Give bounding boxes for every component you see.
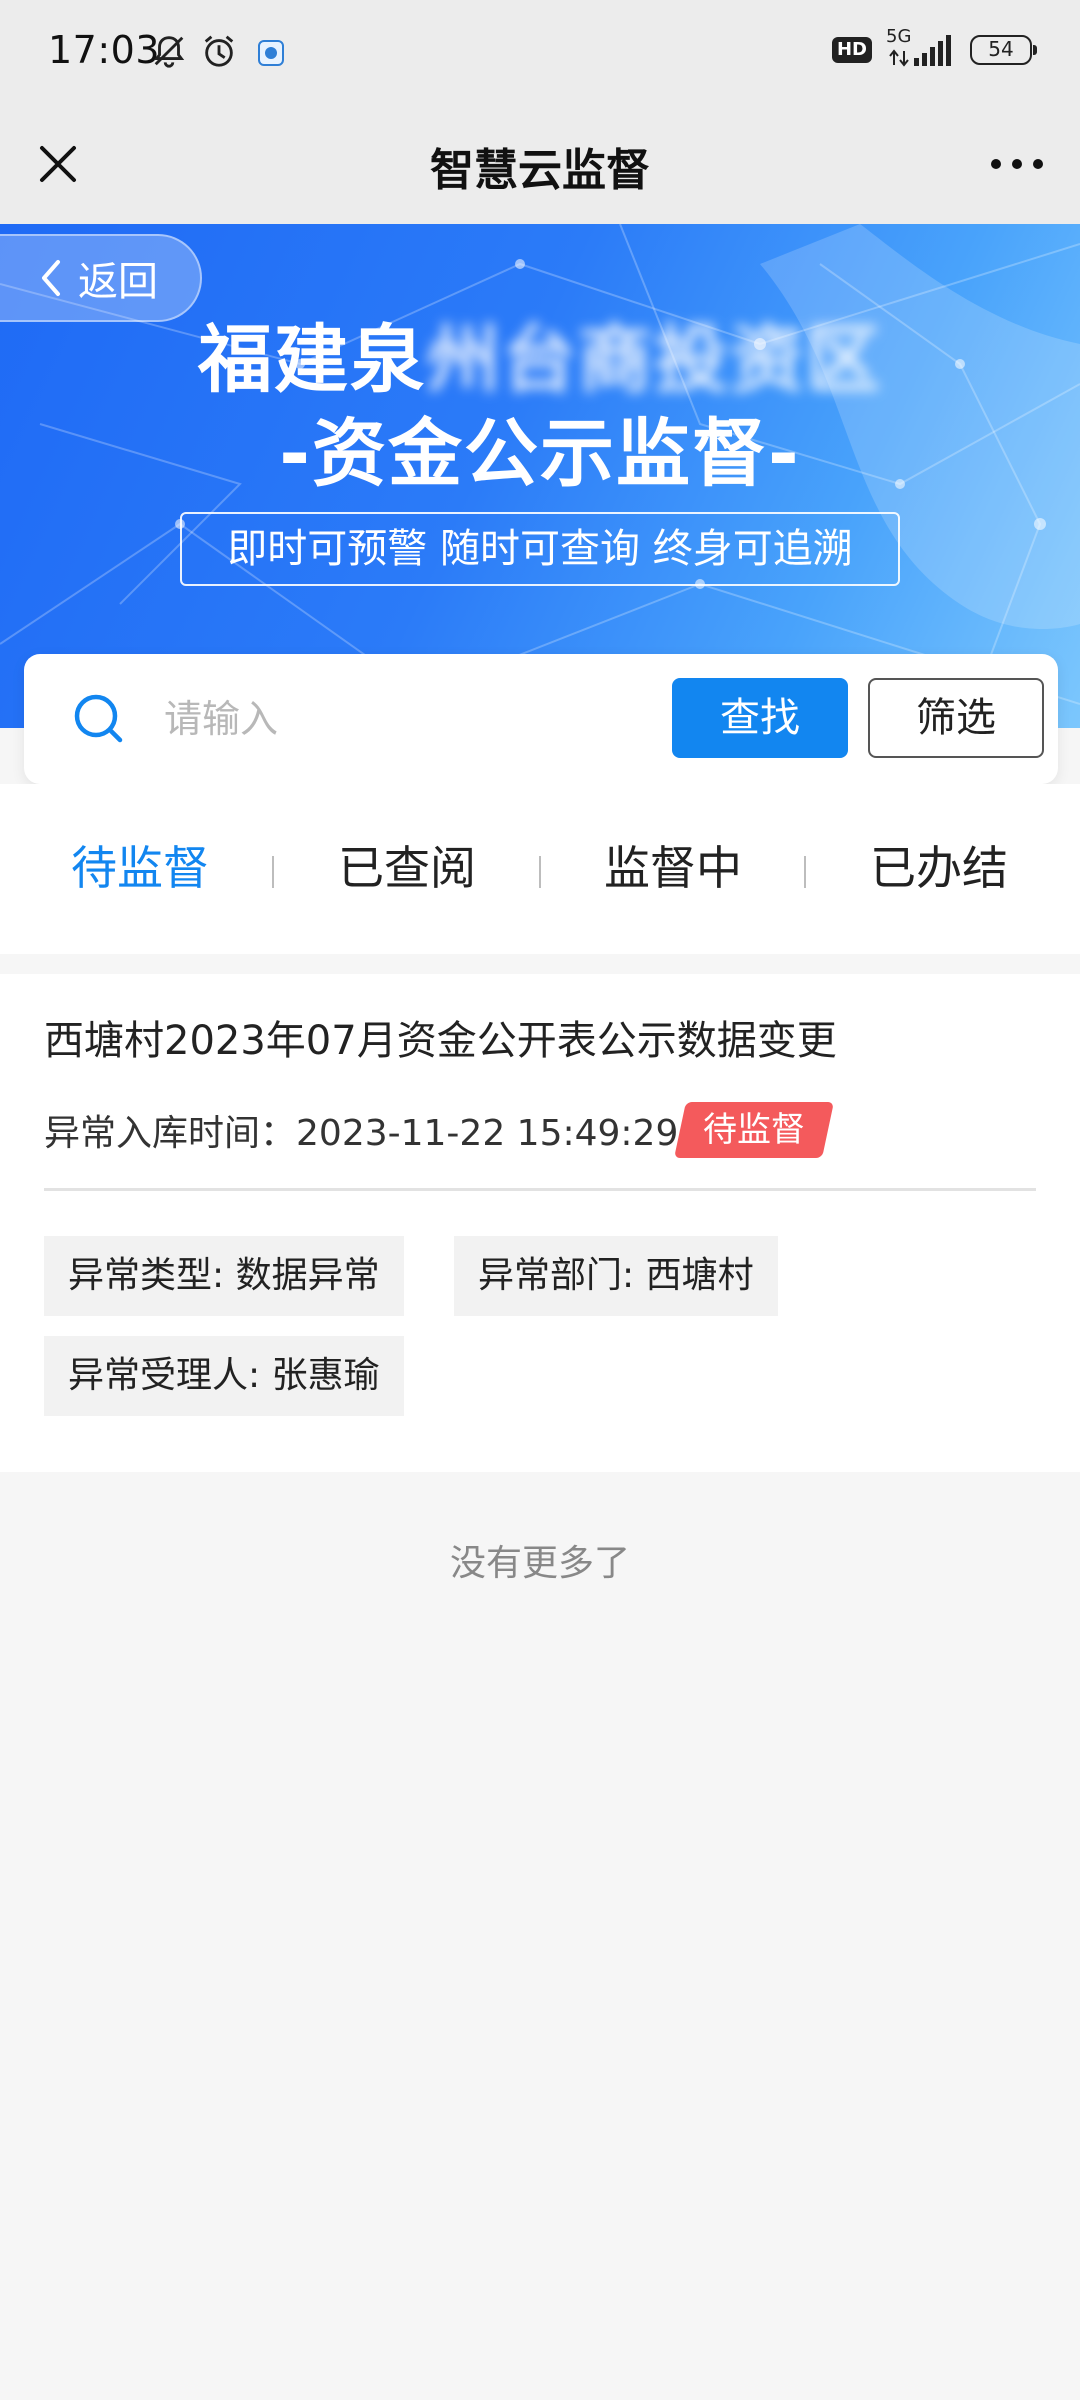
mute-bell-icon xyxy=(153,36,185,68)
page-title: 智慧云监督 xyxy=(430,145,650,196)
banner: 返回 福建泉州台商投资区 -资金公示监督- 即时可预警 随时可查询 终身可追溯 xyxy=(0,224,1080,728)
search-card: 查找 筛选 xyxy=(24,654,1058,784)
signal-icon: 5G xyxy=(886,26,956,70)
status-time: 17:03 xyxy=(48,28,161,72)
tab-pending-supervision[interactable]: 待监督 xyxy=(5,832,275,898)
search-input[interactable] xyxy=(164,684,664,754)
record-time-label: 异常入库时间： xyxy=(44,1113,297,1154)
banner-slogan: 即时可预警 随时可查询 终身可追溯 xyxy=(180,512,900,586)
battery-indicator: 54 xyxy=(970,35,1037,65)
app-notification-icon xyxy=(258,40,284,66)
tag-anomaly-handler: 异常受理人: 张惠瑜 xyxy=(44,1336,404,1416)
record-time-value: 2023-11-22 15:49:29 xyxy=(296,1113,679,1154)
hd-badge: HD xyxy=(831,37,872,63)
title-bar: 智慧云监督 xyxy=(0,106,1080,224)
tag-anomaly-type: 异常类型: 数据异常 xyxy=(44,1236,404,1316)
filter-button[interactable]: 筛选 xyxy=(868,678,1044,758)
record-card[interactable]: 西塘村2023年07月资金公开表公示数据变更 异常入库时间：2023-11-22… xyxy=(0,974,1080,1472)
back-label: 返回 xyxy=(78,259,158,305)
obscured-region-name: 州台商投资区 xyxy=(426,317,882,403)
find-button[interactable]: 查找 xyxy=(672,678,848,758)
record-time-row: 异常入库时间：2023-11-22 15:49:29 xyxy=(44,1104,678,1156)
divider xyxy=(44,1188,1036,1191)
record-title: 西塘村2023年07月资金公开表公示数据变更 xyxy=(44,1018,837,1064)
banner-title-line1: 福建泉州台商投资区 xyxy=(0,300,1080,407)
alarm-icon xyxy=(204,35,234,67)
tab-under-supervision[interactable]: 监督中 xyxy=(538,832,808,898)
search-icon xyxy=(74,694,123,743)
status-tabs: 待监督 已查阅 监督中 已办结 xyxy=(0,784,1080,954)
tab-reviewed[interactable]: 已查阅 xyxy=(272,832,542,898)
banner-title-line2: -资金公示监督- xyxy=(279,411,801,497)
status-bar: 17:03 HD 5G 54 xyxy=(0,0,1080,106)
status-badge: 待监督 xyxy=(674,1102,834,1158)
tag-anomaly-department: 异常部门: 西塘村 xyxy=(454,1236,778,1316)
tab-completed[interactable]: 已办结 xyxy=(804,832,1074,898)
no-more-text: 没有更多了 xyxy=(449,1543,630,1584)
more-button[interactable] xyxy=(982,134,1052,194)
more-icon xyxy=(991,159,1043,169)
chevron-left-icon xyxy=(42,260,60,296)
